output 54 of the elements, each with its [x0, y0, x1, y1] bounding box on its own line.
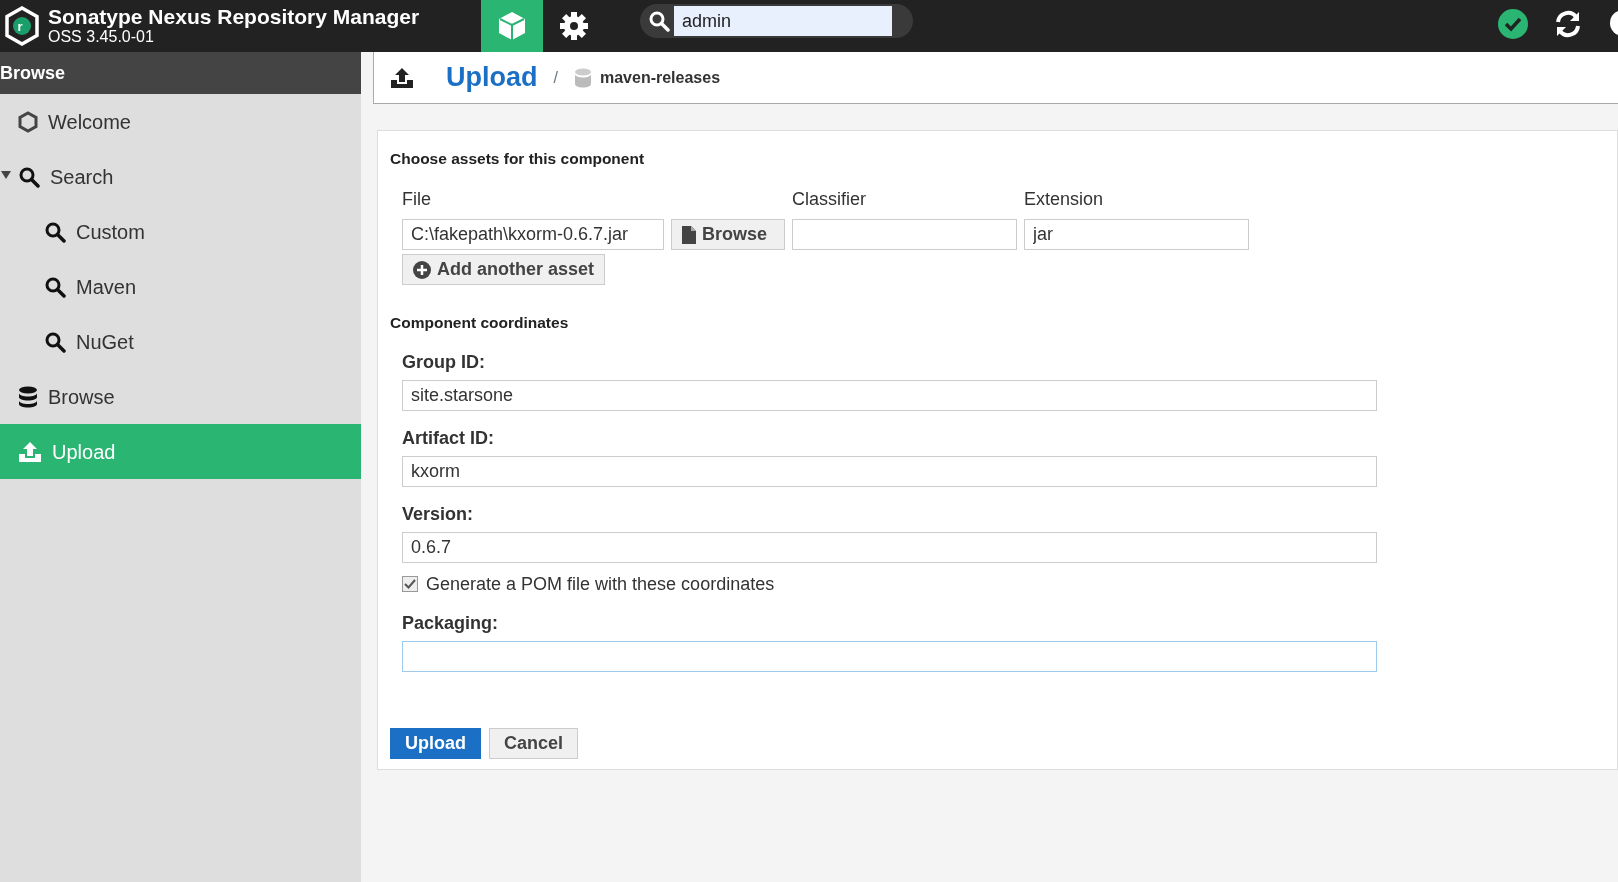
extension-field[interactable]: jar: [1024, 219, 1249, 251]
field-label: Version:: [402, 502, 475, 526]
upload-icon: [18, 440, 42, 463]
upload-button[interactable]: Upload: [390, 727, 481, 759]
upload-icon: [390, 66, 414, 89]
search-icon: [44, 330, 66, 353]
sidebar-item[interactable]: Welcome: [0, 94, 361, 149]
user-icon[interactable]: [1608, 8, 1618, 38]
sidebar-item[interactable]: Custom: [0, 204, 361, 259]
field-label: Group ID:: [402, 350, 486, 374]
sidebar-item[interactable]: NuGet: [0, 314, 361, 369]
cancel-button[interactable]: Cancel: [489, 727, 579, 759]
refresh-icon[interactable]: [1553, 9, 1583, 39]
database-icon: [573, 67, 592, 88]
field-label: Packaging:: [402, 611, 500, 635]
repository-name: maven-releases: [599, 67, 721, 88]
file-field[interactable]: C:\fakepath\kxorm-0.6.7.jar: [402, 219, 664, 251]
text-field[interactable]: 0.6.7: [402, 531, 1377, 563]
hexagon-icon: [18, 110, 38, 133]
sidebar-item[interactable]: Search: [0, 149, 361, 204]
column-label: File: [402, 188, 432, 212]
sidebar-item[interactable]: Maven: [0, 259, 361, 314]
search-icon: [44, 220, 66, 243]
app-title: Sonatype Nexus Repository Manager: [48, 6, 421, 28]
file-icon: [682, 225, 696, 244]
database-icon: [18, 385, 38, 408]
column-label: Extension: [1024, 188, 1105, 212]
plus-circle-icon: [413, 260, 431, 279]
browse-button[interactable]: Browse: [671, 219, 785, 251]
search-icon: [648, 10, 670, 32]
caret-icon[interactable]: [0, 170, 12, 180]
text-field[interactable]: kxorm: [402, 455, 1377, 487]
classifier-field[interactable]: [792, 219, 1017, 251]
section-heading: Component coordinates: [390, 313, 570, 334]
version-text: OSS 3.45.0-01: [48, 28, 155, 46]
search-icon: [44, 275, 66, 298]
checkbox-label: Generate a POM file with these coordinates: [426, 572, 775, 596]
cube-icon: [496, 10, 528, 42]
page-title: Upload: [446, 61, 538, 95]
gear-icon: [559, 11, 589, 41]
search-icon: [18, 165, 40, 188]
column-label: Classifier: [792, 188, 867, 212]
checkbox[interactable]: [402, 576, 418, 592]
separator-text: /: [553, 67, 558, 88]
logo-letter: r: [17, 18, 23, 36]
sidebar-item[interactable]: Browse: [0, 369, 361, 424]
section-heading: Choose assets for this component: [390, 149, 646, 169]
text-field[interactable]: [402, 640, 1377, 672]
sidebar-title: Browse: [0, 52, 361, 94]
field-label: Artifact ID:: [402, 426, 495, 450]
add-asset-button[interactable]: Add another asset: [402, 254, 606, 286]
search-box[interactable]: admin: [640, 4, 913, 38]
logo-icon: [4, 6, 40, 46]
text-field[interactable]: site.starsone: [402, 379, 1377, 411]
